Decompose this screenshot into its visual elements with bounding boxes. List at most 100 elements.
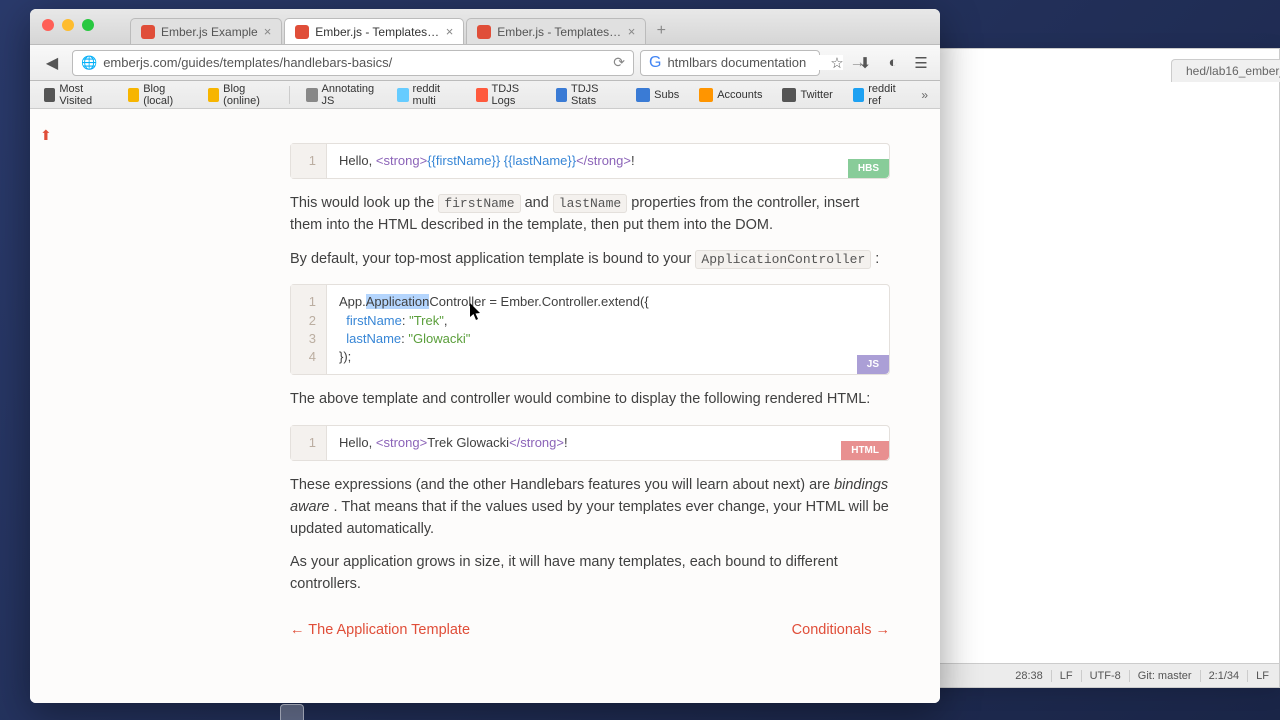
article: 1 Hello, <strong>{{firstName}} {{lastNam… [290,143,890,642]
bookmark-item[interactable]: reddit multi [389,80,464,110]
tab-close-icon[interactable]: × [446,24,454,39]
bookmark-icon [476,88,487,102]
browser-tab[interactable]: Ember.js Example× [130,18,282,44]
status-enc: UTF-8 [1081,670,1121,682]
line-gutter: 1 [291,144,327,178]
bookmark-label: Blog (online) [223,83,273,107]
paragraph: These expressions (and the other Handleb… [290,475,890,540]
bookmark-icon [397,88,408,102]
minimize-window-icon[interactable] [62,19,74,31]
refresh-icon[interactable]: ⟳ [613,54,625,71]
page-content[interactable]: ⬆ 1 Hello, <strong>{{firstName}} {{lastN… [30,109,940,703]
url-bar[interactable]: 🌐 ⟳ [72,50,634,76]
background-editor-window: hed/lab16_emberjs] 28:38 LF UTF-8 Git: m… [920,48,1280,688]
inline-code: lastName [553,194,627,213]
search-input[interactable] [667,55,843,70]
traffic-lights[interactable] [42,19,94,31]
code-content[interactable]: Hello, <strong>{{firstName}} {{lastName}… [327,144,889,178]
paragraph: By default, your top-most application te… [290,249,890,271]
inline-code: ApplicationController [695,250,871,269]
tab-close-icon[interactable]: × [264,24,272,39]
text: . That means that if the values used by … [290,499,889,537]
bookmark-item[interactable]: Annotating JS [298,80,385,110]
bookmark-item[interactable]: Blog (online) [200,80,282,110]
bookmark-item[interactable]: Blog (local) [120,80,196,110]
bookmarks-bar: Most Visited Blog (local) Blog (online) Ann… [30,81,940,109]
bookmark-item[interactable]: TDJS Stats [548,80,624,110]
bookmark-icon [44,88,55,102]
bookmark-label: Twitter [800,89,832,101]
bookmark-icon [208,88,219,102]
lang-badge-html: HTML [841,441,889,460]
paragraph: This would look up the firstName and las… [290,193,890,237]
code-block-html: 1 Hello, <strong>Trek Glowacki</strong>!… [290,425,890,461]
text: This would look up the [290,195,438,211]
bookmark-label: TDJS Logs [492,83,536,107]
inline-code: firstName [438,194,520,213]
code-block-js: 1234 App.ApplicationController = Ember.C… [290,284,890,375]
search-bar[interactable]: G → [640,50,820,76]
tab-favicon-icon [477,25,491,39]
lang-badge-hbs: HBS [848,159,889,178]
bookmark-star-icon[interactable]: ☆ [826,52,848,74]
paragraph: The above template and controller would … [290,389,890,411]
bookmark-item[interactable]: reddit ref [845,80,911,110]
sidebar-collapse-icon[interactable]: ⬆ [40,127,52,144]
back-button[interactable]: ◀ [38,51,66,75]
status-pos: 28:38 [1007,670,1043,682]
bookmark-item[interactable]: Twitter [774,85,840,105]
globe-icon: 🌐 [81,55,97,71]
tab-title: Ember.js - Templates: Hand… [315,25,439,39]
pocket-icon[interactable]: ◐ [882,52,904,74]
bookmark-icon [636,88,650,102]
new-tab-button[interactable]: + [648,18,674,44]
editor-tab[interactable]: hed/lab16_emberjs] [1171,59,1280,82]
status-git: Git: master [1129,670,1192,682]
menu-icon[interactable]: ☰ [910,52,932,74]
close-window-icon[interactable] [42,19,54,31]
bookmark-item[interactable]: TDJS Logs [468,80,543,110]
bookmark-item[interactable]: Subs [628,85,687,105]
code-block-hbs: 1 Hello, <strong>{{firstName}} {{lastNam… [290,143,890,179]
bookmark-icon [306,88,317,102]
code-content[interactable]: App.ApplicationController = Ember.Contro… [327,285,889,374]
bookmark-icon [699,88,713,102]
tab-title: Ember.js - Templates: The … [497,25,621,39]
bookmark-item[interactable]: Most Visited [36,80,116,110]
zoom-window-icon[interactable] [82,19,94,31]
toolbar: ◀ 🌐 ⟳ G → ☆ ⬇ ◐ ☰ [30,45,940,81]
line-gutter: 1234 [291,285,327,374]
dock-fragment [280,704,304,720]
line-gutter: 1 [291,426,327,460]
bookmark-label: reddit ref [868,83,903,107]
bookmark-item[interactable]: Accounts [691,85,770,105]
bookmark-icon [853,88,864,102]
bookmark-icon [782,88,796,102]
browser-tab[interactable]: Ember.js - Templates: Hand… × [284,18,464,44]
status-ratio: 2:1/34 [1200,670,1240,682]
prev-link[interactable]: ← The Application Template [290,620,470,642]
text: These expressions (and the other Handleb… [290,477,834,493]
bookmark-icon [556,88,567,102]
bookmark-label: Blog (local) [143,83,188,107]
bookmark-label: Annotating JS [322,83,378,107]
url-input[interactable] [103,55,607,70]
bookmark-separator [289,86,290,104]
editor-statusbar: 28:38 LF UTF-8 Git: master 2:1/34 LF [921,663,1279,687]
text: and [525,195,553,211]
tab-close-icon[interactable]: × [628,24,636,39]
next-link[interactable]: Conditionals → [792,620,890,642]
browser-window: Ember.js Example×Ember.js - Templates: H… [30,9,940,703]
paragraph: As your application grows in size, it wi… [290,552,890,596]
browser-tab[interactable]: Ember.js - Templates: The … × [466,18,646,44]
bookmark-label: Most Visited [59,83,107,107]
text: By default, your top-most application te… [290,251,695,267]
tab-favicon-icon [141,25,155,39]
pager: ← The Application Template Conditionals … [290,620,890,642]
titlebar: Ember.js Example×Ember.js - Templates: H… [30,9,940,45]
status-lf2: LF [1247,670,1269,682]
downloads-icon[interactable]: ⬇ [854,52,876,74]
bookmark-label: Subs [654,89,679,101]
bookmarks-overflow-icon[interactable]: » [915,88,934,102]
code-content[interactable]: Hello, <strong>Trek Glowacki</strong>! [327,426,889,460]
